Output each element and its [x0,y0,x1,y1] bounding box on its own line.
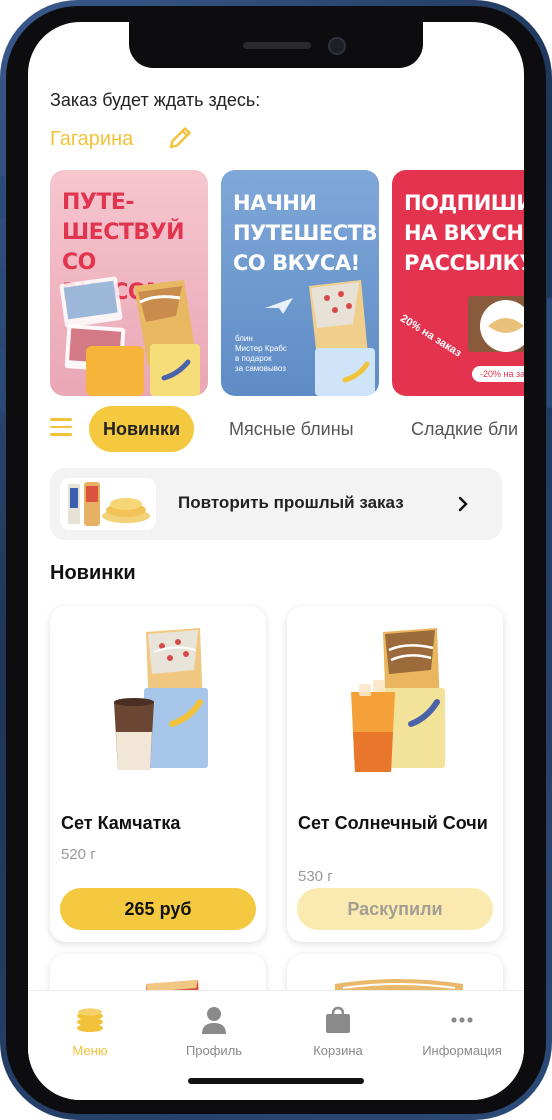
promo-banner-travel[interactable]: ПУТЕ- ШЕСТВУЙ СО ВКУСОМ [50,170,208,396]
repeat-order-button[interactable]: Повторить прошлый заказ [50,468,502,540]
repeat-order-thumbnail [60,478,156,530]
pickup-address[interactable]: Гагарина [50,128,133,151]
volume-down-button [0,348,5,412]
home-indicator [188,1078,364,1084]
tab-label: Меню [72,1043,108,1058]
power-button [547,298,552,408]
price-button[interactable]: 265 руб [60,888,256,930]
pickup-label: Заказ будет ждать здесь: [50,90,261,110]
product-weight: 520 г [61,846,96,863]
hamburger-menu-icon[interactable] [50,418,72,436]
promo-banner-subscribe[interactable]: ПОДПИШИС НА ВКУСНУ РАССЫЛКУ 20% на заказ… [392,170,524,396]
banner-title: НАЧНИ ПУТЕШЕСТВИЕ СО ВКУСА! [233,191,379,275]
more-icon [451,1017,473,1023]
product-image-kamchatka [114,628,208,770]
tab-label: Корзина [313,1043,363,1058]
notch [129,22,423,68]
bag-icon [326,1006,350,1033]
tab-profile[interactable]: Профиль [152,1005,276,1058]
product-weight: 530 г [298,868,333,885]
tab-info[interactable]: Информация [400,1005,524,1058]
promo-banner-journey[interactable]: НАЧНИ ПУТЕШЕСТВИЕ СО ВКУСА! блин Мистер … [221,170,379,396]
product-image-sochi [351,628,445,772]
category-tab-meat[interactable]: Мясные блины [229,406,354,452]
category-tab-sweet[interactable]: Сладкие бли [411,406,518,452]
section-title: Новинки [50,562,136,584]
banner-subtitle: блин Мистер Крабс в подарок за самовывоз [235,334,287,373]
category-bar: Новинки Мясные блины Сладкие бли [28,406,524,454]
app-screen: Заказ будет ждать здесь: Гагарина ПУТЕ- … [28,22,524,1100]
pencil-edit-icon[interactable] [166,124,194,152]
product-name: Сет Камчатка [61,813,181,833]
product-card[interactable]: Сет Камчатка 520 г 265 руб [50,606,266,942]
banner-pancake-illustration [309,280,375,396]
product-name: Сет Солнечный Сочи [298,813,488,833]
phone-frame: Заказ будет ждать здесь: Гагарина ПУТЕ- … [0,0,552,1120]
banner-title: ПОДПИШИС НА ВКУСНУ РАССЫЛКУ [404,191,524,275]
product-card[interactable]: Сет Солнечный Сочи 530 г Раскупили [287,606,503,942]
banner-photo-illustration [59,276,200,396]
banner-promo-label: 20% на заказ [398,312,464,360]
tab-cart[interactable]: Корзина [276,1005,400,1058]
pancakes-icon [77,1008,103,1032]
promo-banners[interactable]: ПУТЕ- ШЕСТВУЙ СО ВКУСОМ НАЧНИ ПУТЕШЕСТВИ… [50,170,524,396]
person-icon [202,1007,226,1034]
repeat-order-label: Повторить прошлый заказ [178,493,404,512]
front-camera [328,37,346,55]
speaker [243,42,311,49]
tab-label: Профиль [185,1043,243,1058]
category-tab-new[interactable]: Новинки [89,406,195,452]
sold-out-button: Раскупили [297,888,493,930]
plane-icon [265,298,293,314]
mute-switch [0,176,5,218]
banner-plate-illustration [468,296,524,352]
chevron-right-icon [458,496,468,512]
tab-menu[interactable]: Меню [28,1005,152,1058]
tab-label: Информация [422,1043,502,1058]
volume-up-button [0,266,5,330]
banner-discount-pill: -20% на зака [472,366,524,382]
